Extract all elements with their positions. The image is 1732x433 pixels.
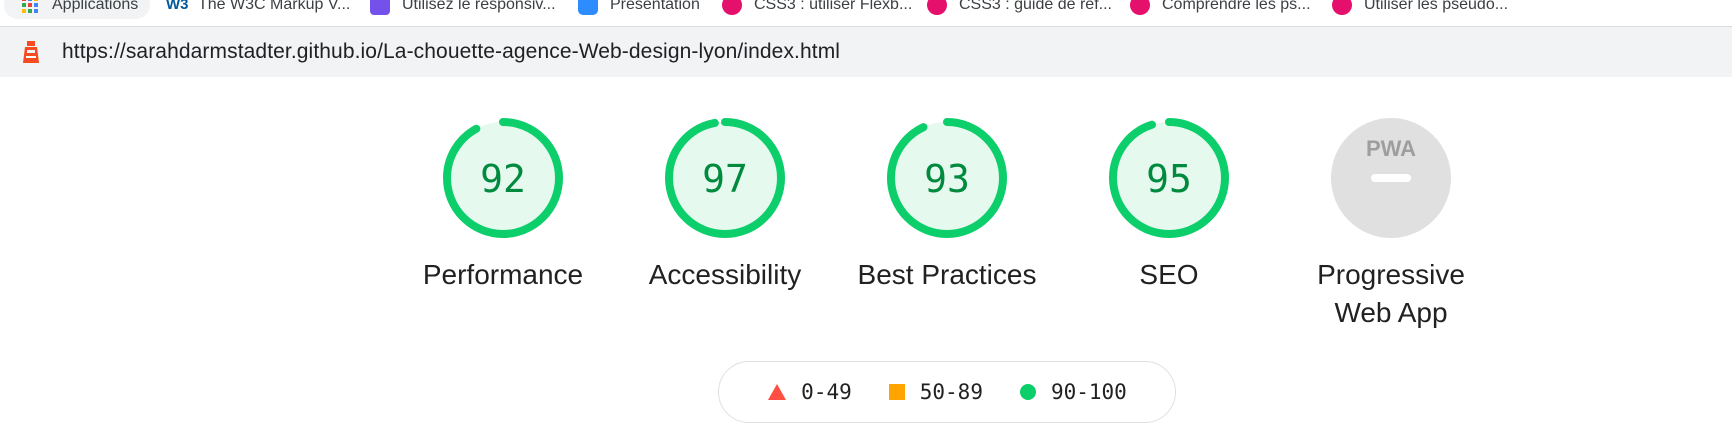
triangle-icon bbox=[768, 384, 787, 400]
bookmark-css3-flexbox[interactable]: CSS3 : utiliser Flexb... bbox=[722, 0, 912, 19]
pwa-badge-text: PWA bbox=[1366, 136, 1416, 161]
bookmark-label: CSS3 : guide de réf... bbox=[959, 0, 1112, 13]
score-ring: 93 bbox=[887, 118, 1007, 238]
gauge-accessibility[interactable]: 97 Accessibility bbox=[620, 116, 830, 294]
score-value: 92 bbox=[480, 157, 526, 201]
pwa-badge-icon: PWA bbox=[1331, 118, 1451, 238]
bookmark-comprendre[interactable]: Comprendre les ps... bbox=[1130, 0, 1311, 19]
legend-item-average: 50-89 bbox=[888, 380, 983, 404]
pwa-label-line1: Progressive bbox=[1317, 259, 1465, 290]
alert-pink-icon bbox=[927, 0, 947, 15]
gauge-pwa[interactable]: PWA Progressive Web App bbox=[1286, 116, 1496, 332]
bookmark-openclassrooms[interactable]: Utilisez le responsiv... bbox=[370, 0, 556, 19]
w3c-icon: W3 bbox=[166, 0, 189, 13]
legend-range: 90-100 bbox=[1050, 380, 1127, 404]
bookmark-label: Applications bbox=[52, 0, 139, 13]
bookmarks-bar: Applications W3 The W3C Markup V... Util… bbox=[0, 0, 1732, 27]
gauge-best-practices[interactable]: 93 Best Practices bbox=[842, 116, 1052, 294]
bookmark-applications[interactable]: Applications bbox=[4, 0, 151, 19]
gauge-seo[interactable]: 95 SEO bbox=[1064, 116, 1274, 294]
score-legend: 0-49 50-89 90-100 bbox=[718, 361, 1176, 423]
square-icon bbox=[888, 384, 905, 400]
score-value: 95 bbox=[1146, 157, 1192, 201]
pwa-label-line2: Web App bbox=[1334, 297, 1448, 328]
bookmark-label: Comprendre les ps... bbox=[1162, 0, 1311, 13]
legend-item-pass: 90-100 bbox=[1019, 380, 1127, 404]
zoom-camera-icon bbox=[578, 0, 598, 15]
alert-pink-icon bbox=[1130, 0, 1150, 15]
bookmark-label: Utiliser les pseudo... bbox=[1364, 0, 1509, 13]
alert-pink-icon bbox=[1332, 0, 1352, 15]
score-value: 93 bbox=[924, 157, 970, 201]
gauge-label: Best Practices bbox=[857, 259, 1037, 290]
legend-item-fail: 0-49 bbox=[767, 380, 852, 404]
page-url[interactable]: https://sarahdarmstadter.github.io/La-ch… bbox=[62, 40, 840, 64]
bookmark-pseudo[interactable]: Utiliser les pseudo... bbox=[1332, 0, 1508, 19]
alert-pink-icon bbox=[722, 0, 742, 15]
score-ring: 97 bbox=[665, 118, 785, 238]
gauge-performance[interactable]: 92 Performance bbox=[398, 116, 608, 294]
bookmark-label: CSS3 : utiliser Flexb... bbox=[754, 0, 913, 13]
bookmark-w3c[interactable]: W3 The W3C Markup V... bbox=[166, 0, 350, 19]
score-ring: 95 bbox=[1109, 118, 1229, 238]
bookmark-label: The W3C Markup V... bbox=[198, 0, 351, 13]
gauge-label: SEO bbox=[1139, 259, 1199, 290]
bookmark-css3-guide[interactable]: CSS3 : guide de réf... bbox=[927, 0, 1112, 19]
legend-range: 50-89 bbox=[919, 380, 983, 404]
score-value: 97 bbox=[702, 157, 748, 201]
bookmark-label: Présentation bbox=[610, 0, 700, 13]
report-url-bar: https://sarahdarmstadter.github.io/La-ch… bbox=[0, 27, 1732, 77]
gauge-label: Progressive Web App bbox=[1286, 256, 1496, 332]
lighthouse-icon bbox=[23, 41, 39, 63]
bookmark-presentation[interactable]: Présentation bbox=[578, 0, 700, 19]
apps-grid-icon bbox=[22, 0, 38, 13]
circle-icon bbox=[1019, 384, 1036, 400]
bookmark-label: Utilisez le responsiv... bbox=[402, 0, 556, 13]
score-ring: 92 bbox=[443, 118, 563, 238]
gauge-label: Accessibility bbox=[648, 259, 802, 290]
gauge-label: Performance bbox=[422, 259, 584, 290]
legend-range: 0-49 bbox=[801, 380, 852, 404]
openclassrooms-icon bbox=[370, 0, 390, 15]
